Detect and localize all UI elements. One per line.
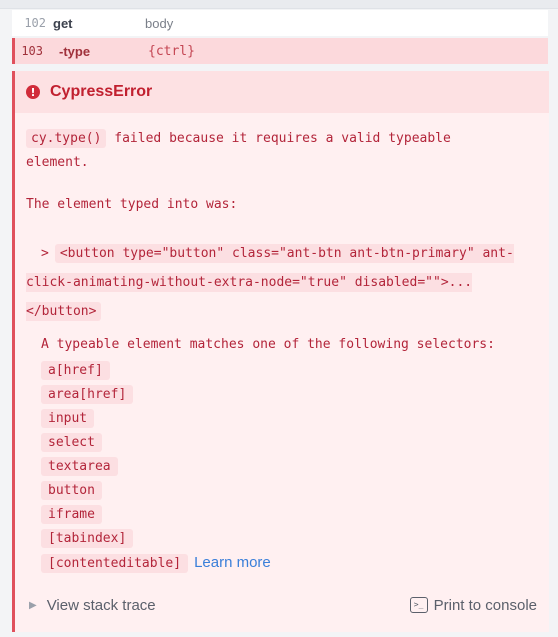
command-number: 102 bbox=[24, 16, 46, 30]
command-name: -type bbox=[59, 43, 91, 59]
element-html: <button type="button" class="ant-btn ant… bbox=[26, 244, 514, 321]
command-code: cy.type() bbox=[26, 129, 107, 148]
error-header: ! CypressError bbox=[15, 71, 549, 113]
view-stack-trace-button[interactable]: ▶ View stack trace bbox=[29, 597, 156, 614]
selector-item: [contenteditable] Learn more bbox=[41, 551, 271, 575]
selector-item: textarea bbox=[41, 455, 271, 479]
command-row-type-failed[interactable]: 103 -type {ctrl} bbox=[12, 38, 548, 64]
selector-item: select bbox=[41, 431, 271, 455]
selector-item: iframe bbox=[41, 503, 271, 527]
error-title: CypressError bbox=[50, 83, 153, 100]
command-name: get bbox=[53, 15, 73, 31]
error-summary-text-2: element. bbox=[26, 155, 89, 170]
selectors-intro: A typeable element matches one of the fo… bbox=[41, 337, 495, 352]
command-row-get[interactable]: 102 get body bbox=[12, 10, 548, 36]
error-panel: ! CypressError cy.type() failed because … bbox=[12, 71, 549, 632]
selector-item: input bbox=[41, 407, 271, 431]
error-footer: ▶ View stack trace >_ Print to console bbox=[15, 587, 549, 623]
selector-item: button bbox=[41, 479, 271, 503]
print-to-console-label: Print to console bbox=[433, 596, 537, 614]
error-summary: cy.type() failed because it requires a v… bbox=[26, 127, 526, 175]
element-description: > <button type="button" class="ant-btn an… bbox=[26, 239, 526, 326]
selector-list: a[href] area[href] input select textarea… bbox=[41, 359, 271, 575]
command-message: {ctrl} bbox=[148, 43, 195, 59]
selector-item: a[href] bbox=[41, 359, 271, 383]
typed-into-label: The element typed into was: bbox=[26, 197, 238, 212]
element-prefix: > bbox=[41, 246, 49, 261]
print-to-console-button[interactable]: >_ Print to console bbox=[409, 596, 537, 614]
error-icon: ! bbox=[26, 85, 40, 99]
selector-item: [tabindex] bbox=[41, 527, 271, 551]
selector-item: area[href] bbox=[41, 383, 271, 407]
command-message: body bbox=[145, 15, 174, 31]
view-stack-trace-label: View stack trace bbox=[46, 596, 156, 614]
learn-more-link[interactable]: Learn more bbox=[194, 554, 271, 571]
command-number: 103 bbox=[21, 44, 43, 58]
error-summary-text: failed because it requires a valid typea… bbox=[114, 131, 451, 146]
top-border bbox=[0, 0, 558, 9]
terminal-icon: >_ bbox=[409, 597, 428, 613]
caret-right-icon: ▶ bbox=[29, 599, 37, 611]
